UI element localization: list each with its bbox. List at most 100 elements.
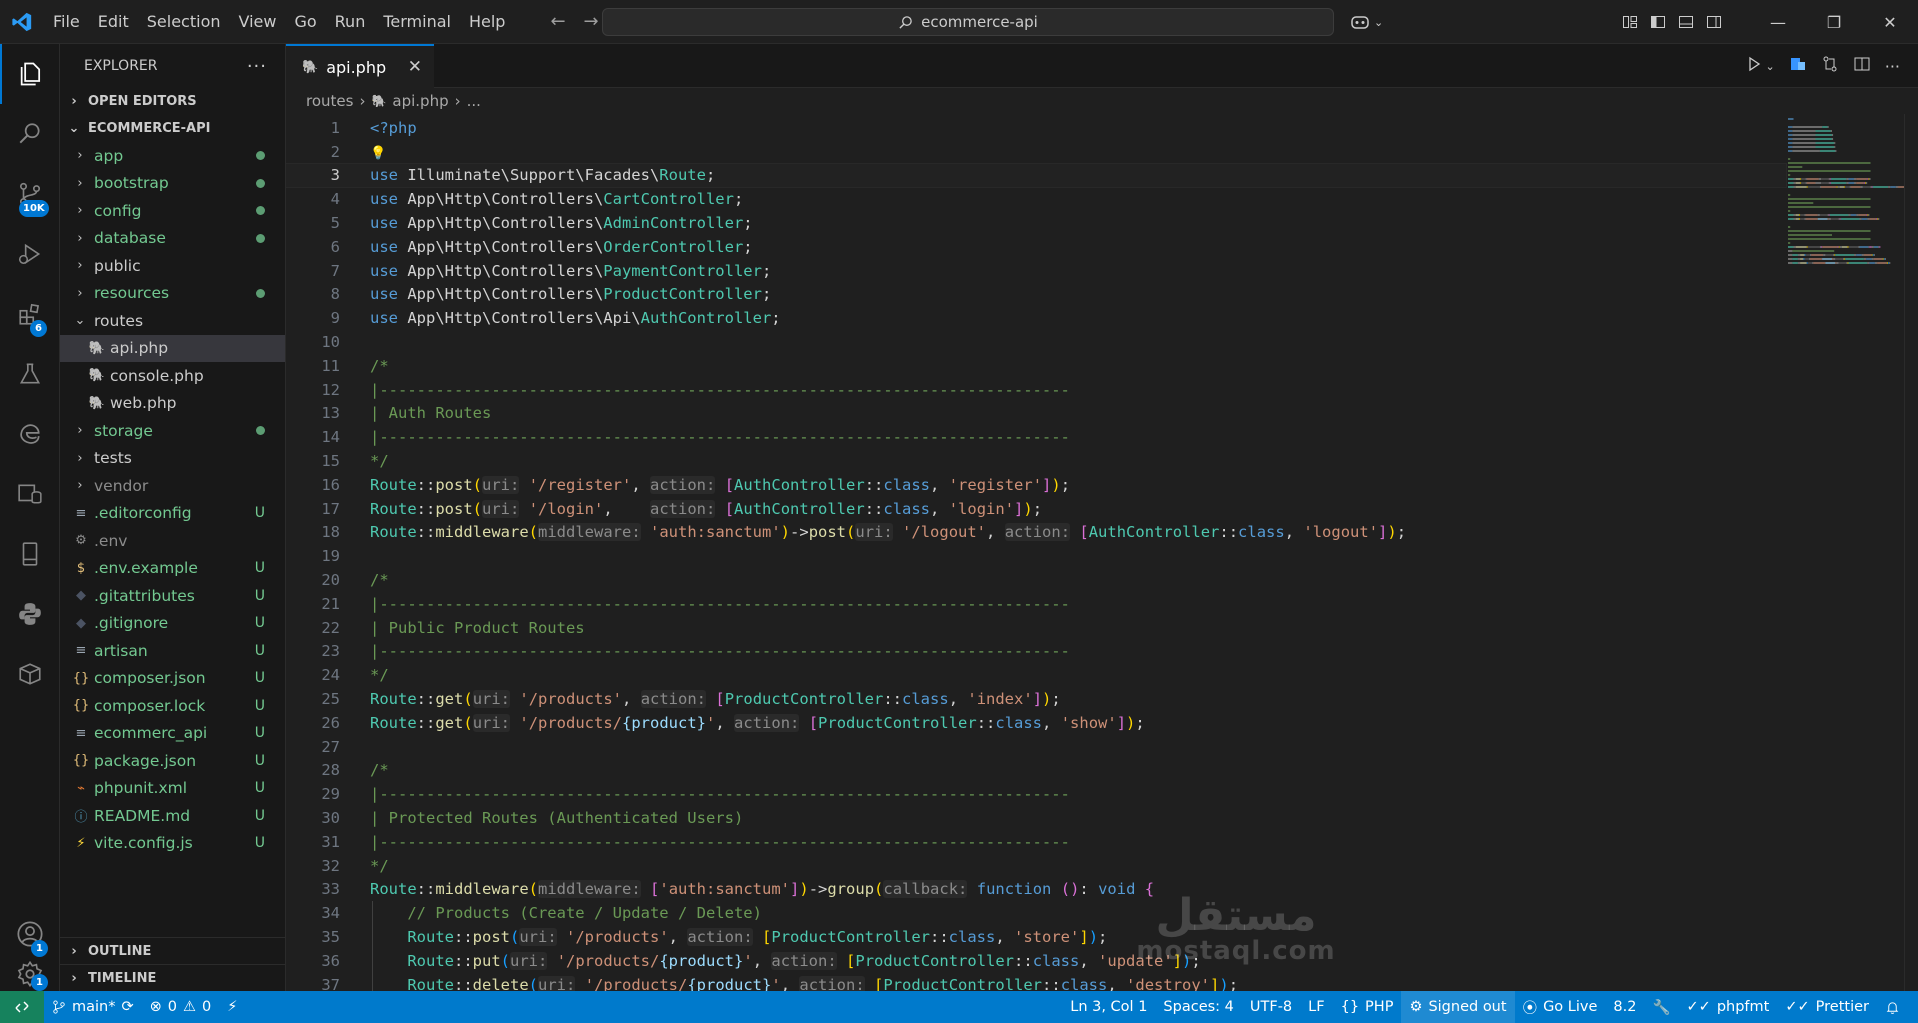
end-of-line[interactable]: LF	[1300, 999, 1332, 1015]
project-section[interactable]: ⌄ ECOMMERCE-API	[60, 115, 285, 142]
menu-run[interactable]: Run	[326, 12, 375, 31]
file-item[interactable]: $ .env.example U	[60, 555, 285, 583]
menu-file[interactable]: File	[44, 12, 89, 31]
copilot-button[interactable]: ⌄	[1350, 0, 1383, 44]
file-item[interactable]: ⌁ phpunit.xml U	[60, 775, 285, 803]
toggle-panel-icon[interactable]	[1672, 0, 1700, 44]
extensions-icon[interactable]: 6	[0, 284, 60, 344]
device-icon[interactable]	[0, 524, 60, 584]
minimap-line	[1788, 130, 1793, 132]
file-item[interactable]: ≡ .editorconfig U	[60, 500, 285, 528]
breadcrumb-folder[interactable]: routes	[306, 92, 353, 110]
file-item[interactable]: 🐘 web.php	[60, 390, 285, 418]
minimap-line	[1868, 178, 1870, 180]
code-token: |---------------------------------------…	[370, 832, 1070, 851]
minimap-line	[1849, 186, 1851, 188]
prettier-status[interactable]: ✓✓ Prettier	[1777, 999, 1877, 1015]
customize-layout-icon[interactable]	[1616, 0, 1644, 44]
file-item[interactable]: {} package.json U	[60, 747, 285, 775]
problems-status[interactable]: ⊗ 0 ⚠ 0	[142, 999, 220, 1015]
folder-item[interactable]: › database	[60, 225, 285, 253]
python-icon[interactable]	[0, 584, 60, 644]
language-mode[interactable]: {} PHP	[1333, 999, 1402, 1015]
wrench-icon[interactable]: 🔧	[1644, 999, 1678, 1016]
file-item[interactable]: ◆ .gitignore U	[60, 610, 285, 638]
folder-item[interactable]: › public	[60, 252, 285, 280]
testing-icon[interactable]	[0, 344, 60, 404]
minimize-window-icon[interactable]: —	[1750, 0, 1806, 44]
lightbulb-icon[interactable]: 💡	[370, 146, 386, 161]
run-debug-icon[interactable]	[0, 224, 60, 284]
more-actions-icon[interactable]: ···	[247, 56, 267, 77]
vertical-scrollbar[interactable]	[1904, 114, 1918, 991]
minimap-line	[1837, 186, 1840, 188]
manage-gear-icon[interactable]: 1	[0, 956, 60, 992]
source-control-icon[interactable]: 10K	[0, 164, 60, 224]
file-item[interactable]: ⚙ .env	[60, 527, 285, 555]
edge-devtools-icon[interactable]	[0, 404, 60, 464]
breadcrumb-symbols[interactable]: ...	[467, 92, 481, 110]
file-item[interactable]: ⓘ README.md U	[60, 802, 285, 830]
command-center-search[interactable]: ecommerce-api	[602, 8, 1334, 36]
go-live-button[interactable]: ⦿ Go Live	[1515, 997, 1606, 1018]
toggle-secondary-sidebar-icon[interactable]	[1700, 0, 1728, 44]
file-item[interactable]: ≡ artisan U	[60, 637, 285, 665]
close-tab-icon[interactable]: ✕	[408, 57, 422, 77]
tab-api-php[interactable]: 🐘 api.php ✕	[286, 44, 434, 88]
menu-edit[interactable]: Edit	[89, 12, 138, 31]
toggle-primary-sidebar-icon[interactable]	[1644, 0, 1672, 44]
remote-indicator-icon[interactable]	[0, 991, 44, 1023]
phpfmt-status[interactable]: ✓✓ phpfmt	[1679, 999, 1778, 1015]
encoding[interactable]: UTF-8	[1242, 999, 1300, 1015]
folder-item[interactable]: › vendor	[60, 472, 285, 500]
breadcrumb-file[interactable]: api.php	[392, 92, 448, 110]
menu-terminal[interactable]: Terminal	[374, 12, 460, 31]
file-item[interactable]: ◆ .gitattributes U	[60, 582, 285, 610]
code-editor[interactable]: 1 <?php 2 💡 3 use Illuminate\Support\Facades\…	[286, 114, 1918, 991]
cursor-position[interactable]: Ln 3, Col 1	[1062, 999, 1155, 1015]
open-preview-icon[interactable]	[1789, 55, 1807, 77]
account-status[interactable]: ⚙ Signed out	[1401, 991, 1515, 1023]
file-item[interactable]: {} composer.json U	[60, 665, 285, 693]
folder-item[interactable]: › app	[60, 142, 285, 170]
folder-item[interactable]: › bootstrap	[60, 170, 285, 198]
code-token: uri:	[472, 713, 511, 732]
notifications-icon[interactable]	[1877, 1000, 1908, 1015]
more-actions-icon[interactable]: ···	[1885, 57, 1900, 76]
folder-item[interactable]: ⌄ routes	[60, 307, 285, 335]
menu-go[interactable]: Go	[285, 12, 325, 31]
timeline-section[interactable]: › TIMELINE	[60, 964, 286, 991]
forward-arrow-icon[interactable]: →	[584, 11, 599, 32]
run-file-icon[interactable]	[1746, 56, 1762, 76]
accounts-icon[interactable]: 1	[0, 904, 60, 964]
search-icon[interactable]	[0, 104, 60, 164]
file-item[interactable]: {} composer.lock U	[60, 692, 285, 720]
restore-window-icon[interactable]: ❐	[1806, 0, 1862, 44]
file-item[interactable]: 🐘 api.php	[60, 334, 285, 362]
folder-item[interactable]: › resources	[60, 280, 285, 308]
file-item[interactable]: ⚡ vite.config.js U	[60, 830, 285, 858]
minimap[interactable]	[1784, 114, 1911, 414]
database-icon[interactable]	[0, 464, 60, 524]
open-editors-section[interactable]: › OPEN EDITORS	[60, 88, 285, 115]
branch-status[interactable]: main* ⟳	[44, 999, 142, 1015]
split-editor-icon[interactable]	[1853, 55, 1871, 77]
php-version[interactable]: 8.2	[1605, 999, 1644, 1015]
file-item[interactable]: ≡ ecommerc_api U	[60, 720, 285, 748]
compare-changes-icon[interactable]	[1821, 55, 1839, 77]
outline-section[interactable]: › OUTLINE	[60, 937, 286, 964]
back-arrow-icon[interactable]: ←	[550, 11, 565, 32]
file-item[interactable]: 🐘 console.php	[60, 362, 285, 390]
close-window-icon[interactable]: ✕	[1862, 0, 1918, 44]
indentation[interactable]: Spaces: 4	[1155, 999, 1241, 1015]
explorer-icon[interactable]	[0, 44, 60, 104]
menu-view[interactable]: View	[230, 12, 286, 31]
folder-item[interactable]: › config	[60, 197, 285, 225]
folder-item[interactable]: › tests	[60, 445, 285, 473]
chevron-down-icon[interactable]: ⌄	[1766, 60, 1775, 73]
folder-item[interactable]: › storage	[60, 417, 285, 445]
menu-selection[interactable]: Selection	[138, 12, 230, 31]
containers-icon[interactable]	[0, 644, 60, 704]
lightning-status[interactable]: ⚡	[219, 999, 245, 1015]
menu-help[interactable]: Help	[460, 12, 514, 31]
